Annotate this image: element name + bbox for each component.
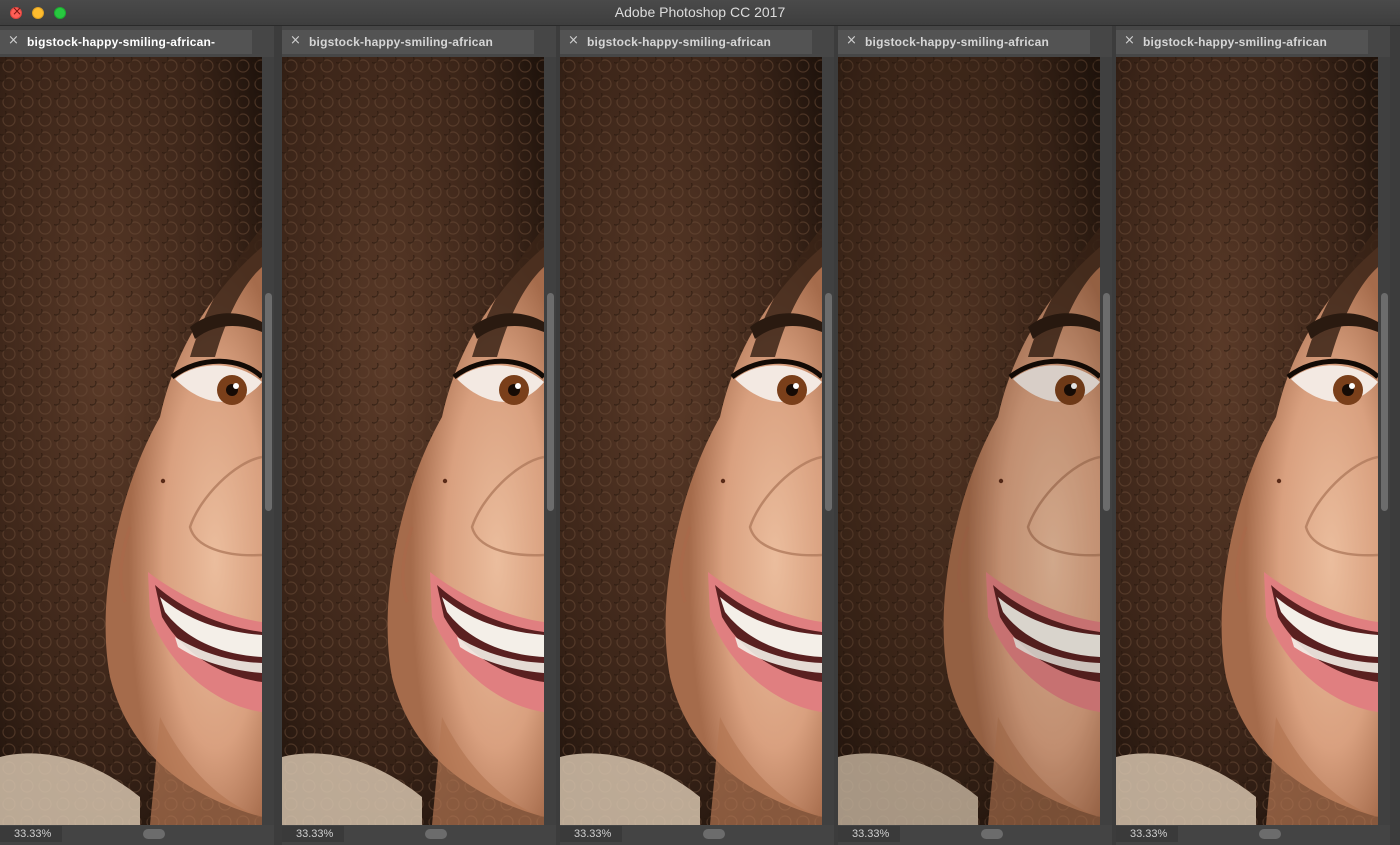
- photo-canvas: [0, 57, 262, 825]
- app-title: Adobe Photoshop CC 2017: [614, 4, 786, 20]
- title-bar: Adobe Photoshop CC 2017: [0, 0, 1400, 26]
- document-window: × bigstock-happy-smiling-african 33.33%: [282, 26, 556, 845]
- vertical-scroll-thumb[interactable]: [825, 293, 832, 511]
- status-bar: 33.33%: [838, 825, 1112, 845]
- close-icon[interactable]: ×: [568, 33, 579, 48]
- document-tab[interactable]: × bigstock-happy-smiling-african: [282, 30, 534, 54]
- photo-canvas: [282, 57, 544, 825]
- document-canvas[interactable]: [282, 57, 544, 825]
- document-window: × bigstock-happy-smiling-african 33.33%: [560, 26, 834, 845]
- vertical-scrollbar[interactable]: [1378, 57, 1390, 825]
- status-bar: 33.33%: [0, 825, 274, 845]
- document-canvas[interactable]: [0, 57, 262, 825]
- zoom-level[interactable]: 33.33%: [0, 826, 62, 842]
- document-tab-label: bigstock-happy-smiling-african: [865, 35, 1050, 49]
- document-window: × bigstock-happy-smiling-african 33.33%: [838, 26, 1112, 845]
- document-tab[interactable]: × bigstock-happy-smiling-african: [560, 30, 812, 54]
- photo-canvas: [560, 57, 822, 825]
- vertical-scroll-thumb[interactable]: [265, 293, 272, 511]
- document-canvas[interactable]: [1116, 57, 1378, 825]
- document-tab[interactable]: × bigstock-happy-smiling-african: [1116, 30, 1368, 54]
- vertical-scroll-thumb[interactable]: [1381, 293, 1388, 511]
- close-icon[interactable]: ×: [1124, 33, 1135, 48]
- zoom-level[interactable]: 33.33%: [560, 826, 622, 842]
- status-bar: 33.33%: [560, 825, 834, 845]
- vertical-scrollbar[interactable]: [544, 57, 556, 825]
- document-tab[interactable]: × bigstock-happy-smiling-african-: [0, 30, 252, 54]
- document-canvas[interactable]: [560, 57, 822, 825]
- document-tab-label: bigstock-happy-smiling-african: [1143, 35, 1328, 49]
- document-canvas[interactable]: [838, 57, 1100, 825]
- vertical-scroll-thumb[interactable]: [1103, 293, 1110, 511]
- vertical-scrollbar[interactable]: [822, 57, 834, 825]
- close-icon[interactable]: ×: [8, 33, 19, 48]
- document-tab[interactable]: × bigstock-happy-smiling-african: [838, 30, 1090, 54]
- horizontal-scroll-thumb[interactable]: [143, 829, 165, 839]
- vertical-scrollbar[interactable]: [1100, 57, 1112, 825]
- horizontal-scroll-thumb[interactable]: [425, 829, 447, 839]
- document-tab-label: bigstock-happy-smiling-african: [309, 35, 494, 49]
- document-window: × bigstock-happy-smiling-african- 33.33%: [0, 26, 274, 845]
- document-window: × bigstock-happy-smiling-african 33.33%: [1116, 26, 1390, 845]
- photo-canvas: [1116, 57, 1378, 825]
- vertical-scrollbar[interactable]: [262, 57, 274, 825]
- status-bar: 33.33%: [1116, 825, 1390, 845]
- document-tab-label: bigstock-happy-smiling-african: [587, 35, 772, 49]
- photo-canvas: [838, 57, 1100, 825]
- document-tab-label: bigstock-happy-smiling-african-: [27, 35, 216, 49]
- close-icon[interactable]: ×: [846, 33, 857, 48]
- horizontal-scroll-thumb[interactable]: [1259, 829, 1281, 839]
- vertical-scroll-thumb[interactable]: [547, 293, 554, 511]
- close-icon[interactable]: ×: [290, 33, 301, 48]
- zoom-level[interactable]: 33.33%: [1116, 826, 1178, 842]
- horizontal-scroll-thumb[interactable]: [703, 829, 725, 839]
- zoom-level[interactable]: 33.33%: [282, 826, 344, 842]
- status-bar: 33.33%: [282, 825, 556, 845]
- horizontal-scroll-thumb[interactable]: [981, 829, 1003, 839]
- zoom-level[interactable]: 33.33%: [838, 826, 900, 842]
